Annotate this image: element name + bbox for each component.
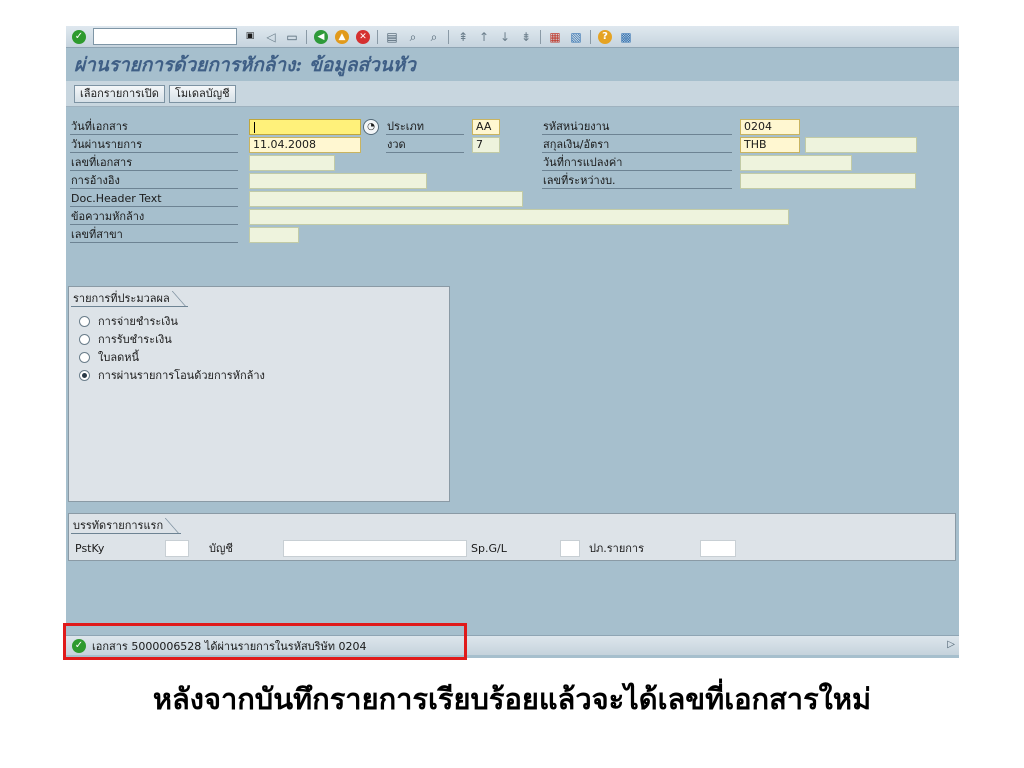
layout-menu-icon[interactable]: ▩ [617,28,635,46]
type-input[interactable]: AA [472,119,500,135]
toolbar-separator [540,29,541,44]
find-next-icon[interactable]: ⌕ [425,28,443,46]
status-bar: ✓ เอกสาร 5000006528 ได้ผ่านรายการในรหัสบ… [66,635,959,655]
first-line-item-group-box: บรรทัดรายการแรก PstKy บัญชี Sp.G/L ปภ.รา… [68,513,956,561]
currency-rate-label: สกุลเงิน/อัตรา [542,137,732,153]
account-model-button[interactable]: โมเดลบัญชี [168,84,236,103]
success-check-icon: ✓ [72,638,86,653]
help-icon[interactable]: ? [596,28,614,46]
status-message[interactable]: เอกสาร 5000006528 ได้ผ่านรายการในรหัสบริ… [92,637,367,655]
toolbar-separator [377,29,378,44]
checkmark-icon: ✓ [72,29,86,44]
back-icon[interactable]: ◀ [312,28,330,46]
status-expand-icon[interactable]: ▷ [947,639,955,650]
print-icon[interactable]: ▤ [383,28,401,46]
previous-icon[interactable]: ◁ [262,28,280,46]
document-number-input[interactable] [249,155,335,171]
branch-number-input[interactable] [249,227,299,243]
command-history-button[interactable]: ▣ [241,28,259,46]
enter-button[interactable]: ✓ [70,28,88,46]
command-field[interactable] [93,28,237,45]
posting-date-label: วันผ่านรายการ [70,137,238,153]
company-code-label: รหัสหน่วยงาน [542,119,732,135]
radio-transfer-posting-clearing[interactable]: การผ่านรายการโอนด้วยการหักล้าง [79,367,265,383]
first-line-item-title: บรรทัดรายการแรก [71,518,182,534]
transaction-type-input[interactable] [700,540,736,557]
find-icon[interactable]: ⌕ [404,28,422,46]
last-page-icon[interactable]: ⇟ [517,28,535,46]
radio-credit-memo[interactable]: ใบลดหนี้ [79,349,139,365]
select-open-items-button[interactable]: เลือกรายการเปิด [74,84,165,103]
calendar-help-icon[interactable]: ◔ [363,119,379,135]
posting-date-input[interactable]: 11.04.2008 [249,137,361,153]
posting-key-input[interactable] [165,540,189,557]
cross-cc-number-input[interactable] [740,173,916,189]
document-date-label: วันที่เอกสาร [70,119,238,135]
reference-input[interactable] [249,173,427,189]
translation-date-input[interactable] [740,155,852,171]
processing-group-title: รายการที่ประมวลผล [71,291,188,307]
document-date-input[interactable] [249,119,361,135]
save-icon[interactable]: ▭ [283,28,301,46]
cancel-icon[interactable]: ✕ [354,28,372,46]
period-label: งวด [386,137,464,153]
period-input[interactable]: 7 [472,137,500,153]
text-cursor [254,121,255,133]
transaction-type-label: ปภ.รายการ [589,542,645,555]
radio-button[interactable] [79,351,90,363]
cross-cc-number-label: เลขที่ระหว่างบ. [542,173,732,189]
create-session-icon[interactable]: ▦ [546,28,564,46]
clearing-text-input[interactable] [249,209,789,225]
sap-window: ✓ ▣ ◁ ▭ ◀ ▲ ✕ ▤ ⌕ ⌕ ⇞ ↑ ↓ ⇟ ▦ ▧ ? ▩ ผ่าน… [66,26,959,658]
shortcut-icon[interactable]: ▧ [567,28,585,46]
exit-icon[interactable]: ▲ [333,28,351,46]
type-label: ประเภท [386,119,464,135]
tutorial-caption: หลังจากบันทึกรายการเรียบร้อยแล้วจะได้เลข… [152,682,872,716]
special-gl-input[interactable] [560,540,580,557]
exchange-rate-input[interactable] [805,137,917,153]
branch-number-label: เลขที่สาขา [70,227,238,243]
radio-button[interactable] [79,315,90,327]
translation-date-label: วันที่การแปลงค่า [542,155,732,171]
account-input[interactable] [283,540,467,557]
radio-button[interactable] [79,333,90,345]
document-number-label: เลขที่เอกสาร [70,155,238,171]
toolbar-separator [306,29,307,44]
clearing-text-label: ข้อความหักล้าง [70,209,238,225]
currency-input[interactable]: THB [740,137,800,153]
doc-header-text-input[interactable] [249,191,523,207]
screen-title: ผ่านรายการด้วยการหักล้าง: ข้อมูลส่วนหัว [74,54,416,76]
next-page-icon[interactable]: ↓ [496,28,514,46]
first-page-icon[interactable]: ⇞ [454,28,472,46]
application-toolbar: เลือกรายการเปิด โมเดลบัญชี [66,81,959,107]
radio-outgoing-payment[interactable]: การจ่ายชำระเงิน [79,313,178,329]
previous-page-icon[interactable]: ↑ [475,28,493,46]
posting-key-label: PstKy [75,542,105,555]
account-label: บัญชี [209,542,233,555]
radio-button-selected[interactable] [79,369,90,381]
reference-label: การอ้างอิง [70,173,238,189]
toolbar-separator [590,29,591,44]
doc-header-text-label: Doc.Header Text [70,191,238,207]
company-code-input[interactable]: 0204 [740,119,800,135]
special-gl-label: Sp.G/L [471,542,507,555]
processing-group-box: รายการที่ประมวลผล การจ่ายชำระเงิน การรับ… [68,286,450,502]
radio-incoming-payment[interactable]: การรับชำระเงิน [79,331,172,347]
standard-toolbar: ✓ ▣ ◁ ▭ ◀ ▲ ✕ ▤ ⌕ ⌕ ⇞ ↑ ↓ ⇟ ▦ ▧ ? ▩ [66,26,959,48]
toolbar-separator [448,29,449,44]
